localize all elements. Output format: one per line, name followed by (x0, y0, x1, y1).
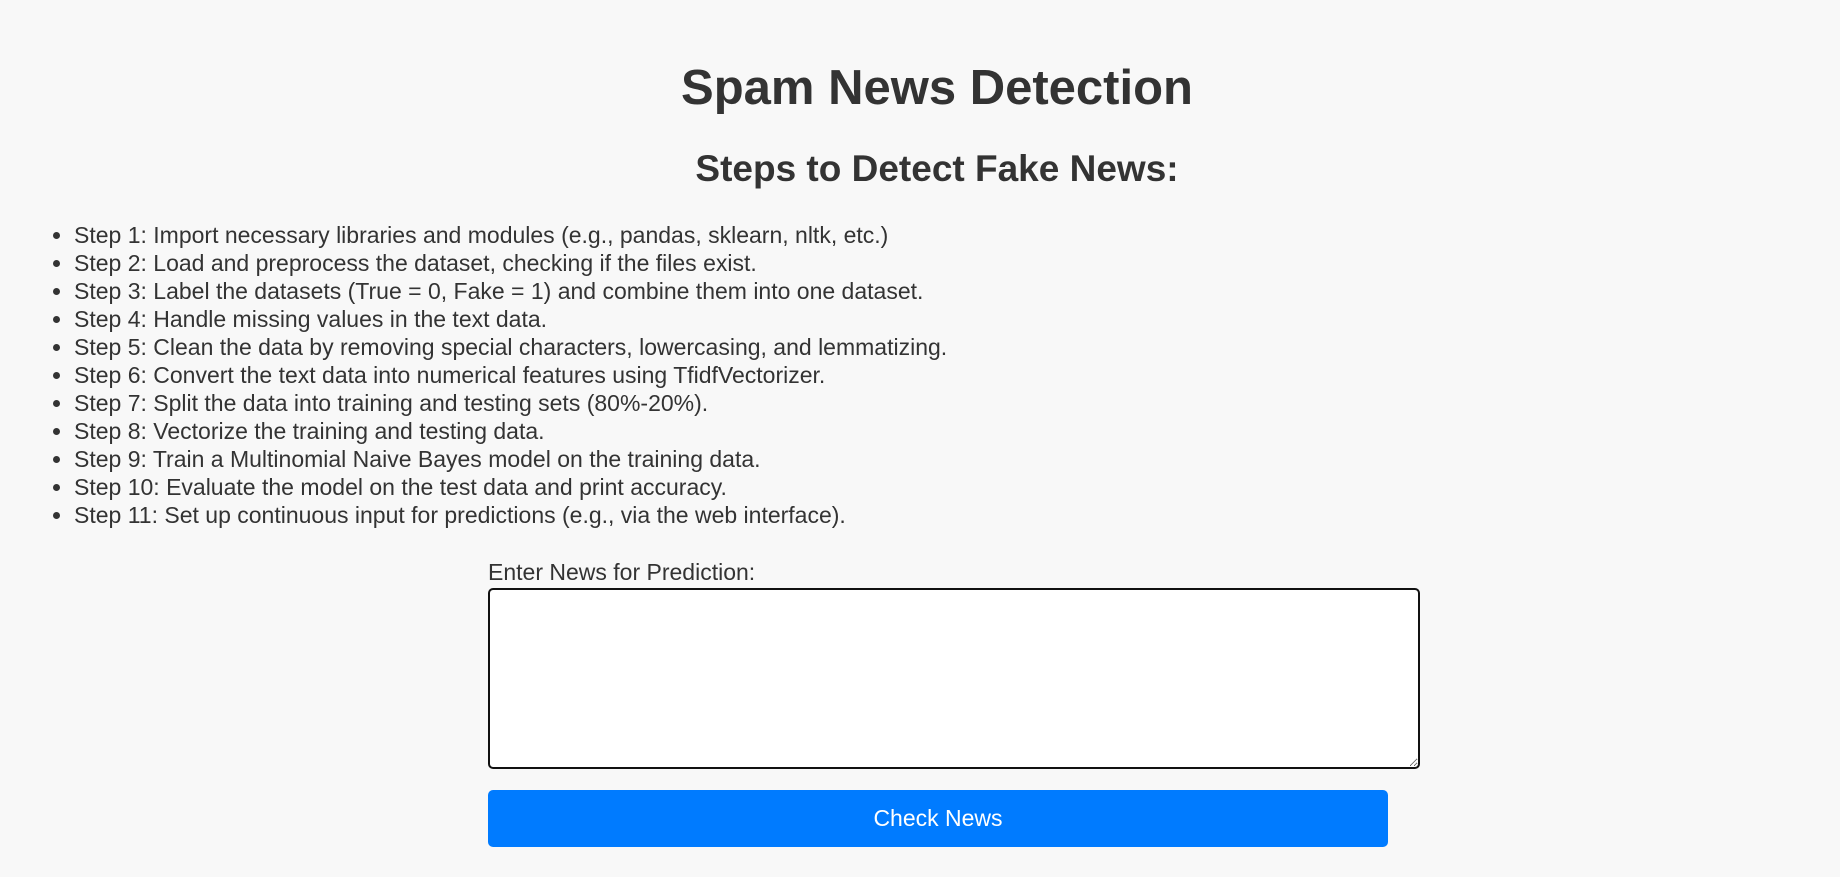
step-item: Step 6: Convert the text data into numer… (74, 361, 947, 389)
check-news-button[interactable]: Check News (488, 790, 1388, 847)
step-item: Step 10: Evaluate the model on the test … (74, 473, 947, 501)
page-title: Spam News Detection (681, 61, 1193, 115)
step-item: Step 3: Label the datasets (True = 0, Fa… (74, 277, 947, 305)
news-input[interactable] (488, 588, 1420, 769)
step-item: Step 2: Load and preprocess the dataset,… (74, 249, 947, 277)
step-item: Step 7: Split the data into training and… (74, 389, 947, 417)
steps-list: Step 1: Import necessary libraries and m… (0, 221, 947, 529)
step-item: Step 1: Import necessary libraries and m… (74, 221, 947, 249)
steps-heading: Steps to Detect Fake News: (695, 148, 1179, 189)
step-item: Step 8: Vectorize the training and testi… (74, 417, 947, 445)
step-item: Step 9: Train a Multinomial Naive Bayes … (74, 445, 947, 473)
step-item: Step 11: Set up continuous input for pre… (74, 501, 947, 529)
prediction-form: Enter News for Prediction: Check News (488, 558, 1422, 847)
step-item: Step 5: Clean the data by removing speci… (74, 333, 947, 361)
step-item: Step 4: Handle missing values in the tex… (74, 305, 947, 333)
news-input-label: Enter News for Prediction: (488, 559, 756, 585)
